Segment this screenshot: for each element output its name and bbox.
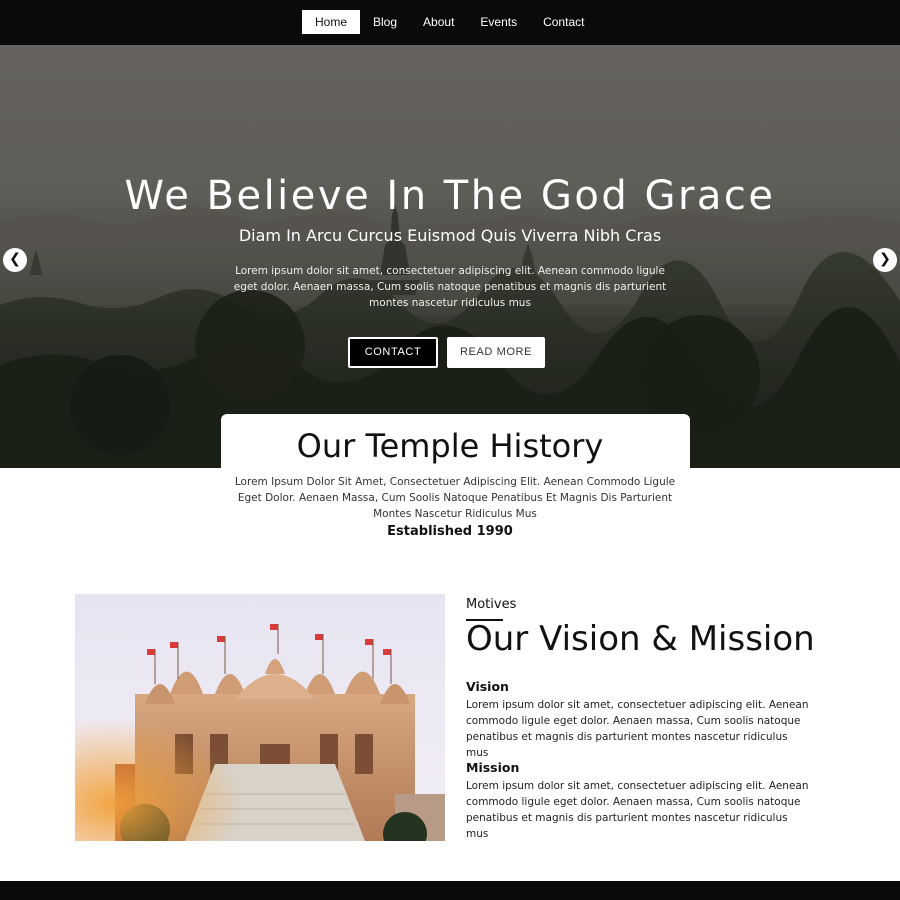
- contact-button[interactable]: CONTACT: [348, 337, 438, 368]
- mission-text: Lorem ipsum dolor sit amet, consectetuer…: [466, 780, 809, 840]
- mission-heading: Mission: [466, 760, 520, 775]
- read-more-button[interactable]: READ MORE: [447, 337, 545, 368]
- hero-slider: We Believe In The God Grace Diam In Arcu…: [0, 45, 900, 468]
- history-title: Our Temple History: [296, 427, 604, 465]
- vision-mission-title: Our Vision & Mission: [466, 619, 815, 659]
- footer-bar: [0, 881, 900, 900]
- temple-illustration: [75, 594, 445, 841]
- slider-prev-icon[interactable]: ❮: [3, 248, 27, 272]
- vision-heading: Vision: [466, 679, 509, 694]
- motives-eyebrow: Motives: [466, 597, 517, 612]
- hero-background-image: [0, 45, 900, 468]
- temple-image: [75, 594, 445, 841]
- nav-item-contact[interactable]: Contact: [530, 10, 597, 34]
- nav-item-blog[interactable]: Blog: [360, 10, 410, 34]
- nav-item-about[interactable]: About: [410, 10, 467, 34]
- hero-description: Lorem ipsum dolor sit amet, consectetuer…: [233, 265, 667, 309]
- top-navbar: Home Blog About Events Contact: [0, 0, 900, 45]
- vision-text: Lorem ipsum dolor sit amet, consectetuer…: [466, 699, 809, 759]
- nav-menu: Home Blog About Events Contact: [302, 10, 597, 34]
- nav-item-events[interactable]: Events: [467, 10, 530, 34]
- nav-item-home[interactable]: Home: [302, 10, 361, 34]
- history-text: Lorem Ipsum Dolor Sit Amet, Consectetuer…: [234, 476, 676, 520]
- established-label: Established 1990: [387, 524, 513, 539]
- hero-title: We Believe In The God Grace: [124, 173, 776, 219]
- slider-next-icon[interactable]: ❯: [873, 248, 897, 272]
- hero-subtitle: Diam In Arcu Curcus Euismod Quis Viverra…: [238, 226, 662, 245]
